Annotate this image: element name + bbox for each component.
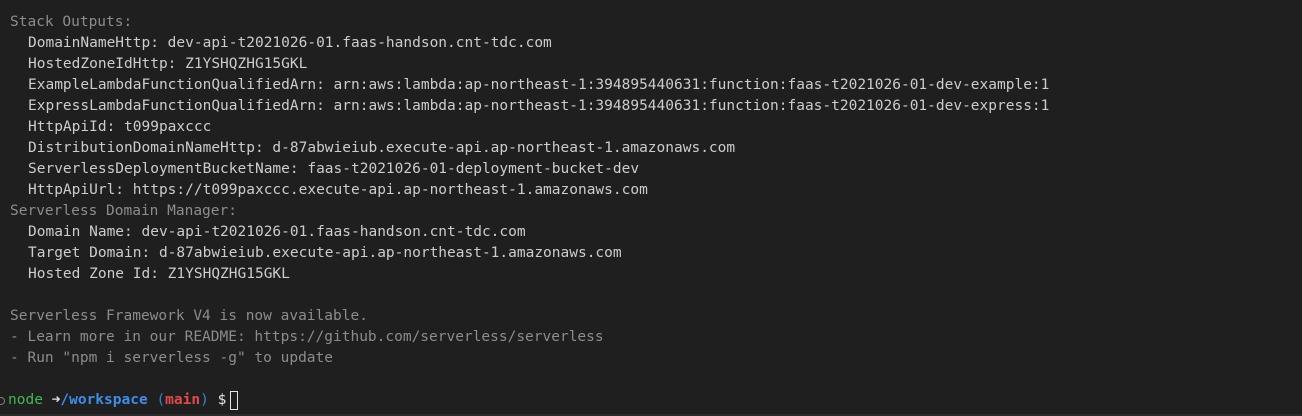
prompt-branch-open: (: [156, 392, 166, 408]
prompt-arrow-icon: ➜: [51, 392, 61, 408]
domain-manager-line: Hosted Zone Id: Z1YSHQZHG15GKL: [28, 266, 290, 282]
command-decoration-icon[interactable]: [0, 396, 5, 405]
stack-outputs-header: Stack Outputs:: [10, 14, 133, 30]
domain-manager-line: Target Domain: d-87abwieiub.execute-api.…: [28, 245, 622, 261]
notice-line: - Run "npm i serverless -g" to update: [10, 350, 334, 366]
prompt-directory: /workspace: [60, 392, 148, 408]
text-cursor[interactable]: [230, 391, 239, 410]
command-prompt[interactable]: node ➜ /workspace (main) $: [0, 390, 239, 411]
prompt-branch-close: ): [200, 392, 209, 408]
domain-manager-header: Serverless Domain Manager:: [10, 203, 237, 219]
stack-output-line: ExampleLambdaFunctionQualifiedArn: arn:a…: [28, 77, 1050, 93]
stack-output-line: HostedZoneIdHttp: Z1YSHQZHG15GKL: [28, 56, 308, 72]
terminal-panel[interactable]: Stack Outputs: DomainNameHttp: dev-api-t…: [0, 0, 1302, 416]
stack-output-line: HttpApiId: t099paxccc: [28, 119, 212, 135]
stack-output-line: ServerlessDeploymentBucketName: faas-t20…: [28, 161, 640, 177]
stack-output-line: DomainNameHttp: dev-api-t2021026-01.faas…: [28, 35, 552, 51]
prompt-branch: main: [165, 392, 201, 408]
stack-output-line: ExpressLambdaFunctionQualifiedArn: arn:a…: [28, 98, 1050, 114]
stack-output-line: HttpApiUrl: https://t099paxccc.execute-a…: [28, 182, 648, 198]
stack-output-line: DistributionDomainNameHttp: d-87abwieiub…: [28, 140, 736, 156]
notice-line: - Learn more in our README: https://gith…: [10, 329, 604, 345]
prompt-symbol: $: [217, 392, 227, 408]
domain-manager-line: Domain Name: dev-api-t2021026-01.faas-ha…: [28, 224, 526, 240]
notice-line: Serverless Framework V4 is now available…: [10, 308, 368, 324]
prompt-user: node: [8, 392, 43, 408]
